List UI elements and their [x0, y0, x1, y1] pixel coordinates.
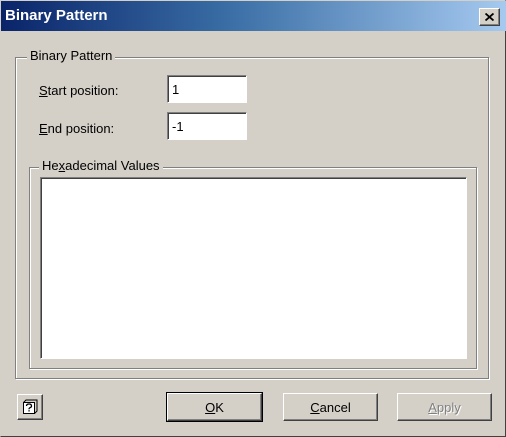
apply-button-label: Apply: [428, 399, 461, 415]
hexadecimal-values-legend: Hexadecimal Values: [39, 158, 163, 173]
hexadecimal-values-textarea[interactable]: [40, 177, 467, 359]
start-position-label: Start position:: [39, 83, 119, 98]
title-bar[interactable]: Binary Pattern: [1, 1, 506, 31]
cancel-button[interactable]: Cancel: [283, 393, 378, 421]
binary-pattern-dialog: Binary Pattern Binary Pattern Start posi…: [0, 0, 506, 437]
end-position-label: End position:: [39, 121, 115, 136]
end-position-input[interactable]: [167, 112, 247, 140]
close-button[interactable]: [479, 8, 500, 26]
window-title: Binary Pattern: [5, 7, 108, 24]
ok-button-label: OK: [205, 399, 224, 415]
context-help-icon: [23, 399, 38, 414]
close-icon: [485, 13, 494, 21]
context-help-button[interactable]: [17, 394, 43, 420]
binary-pattern-group-legend: Binary Pattern: [27, 48, 116, 63]
apply-button[interactable]: Apply: [397, 393, 492, 421]
cancel-button-label: Cancel: [310, 399, 351, 415]
ok-button[interactable]: OK: [166, 392, 263, 422]
start-position-input[interactable]: [167, 75, 247, 103]
